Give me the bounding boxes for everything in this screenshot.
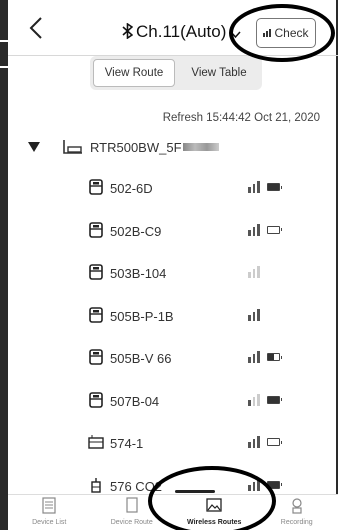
logger-icon — [89, 349, 103, 365]
signal-strength-icon — [248, 434, 260, 448]
signal-strength-icon — [248, 349, 260, 363]
bezel-mark — [0, 66, 8, 68]
battery-icon — [267, 183, 282, 191]
nav-label: Recording — [280, 519, 313, 526]
nav-label: Device List — [32, 519, 67, 526]
nav-device-list[interactable]: Device List — [8, 495, 91, 530]
channel-label: Ch.11(Auto) — [136, 22, 227, 41]
device-bezel — [0, 0, 8, 530]
collapse-triangle-icon[interactable] — [28, 142, 40, 152]
view-toggle: View Route View Table — [90, 56, 262, 90]
tab-view-route[interactable]: View Route — [93, 59, 175, 87]
tab-view-table[interactable]: View Table — [179, 59, 259, 87]
logger-icon — [89, 306, 103, 323]
recording-icon — [292, 498, 302, 514]
list-icon — [42, 497, 56, 514]
device-row[interactable]: 505B-V 66 — [8, 339, 338, 382]
logger-icon — [89, 264, 103, 280]
router-label: RTR500BW_5F — [90, 139, 182, 155]
signal-strength-icon — [248, 222, 260, 236]
battery-icon — [267, 395, 282, 404]
device-name: 503B-104 — [110, 266, 167, 281]
refresh-timestamp: Refresh 15:44:42 Oct 21, 2020 — [162, 112, 320, 124]
annotation-circle — [148, 466, 276, 530]
signal-strength-icon — [248, 179, 260, 193]
bluetooth-icon — [122, 22, 134, 40]
logger-icon — [89, 221, 103, 238]
signal-strength-icon — [248, 392, 260, 406]
device-name: 505B-V 66 — [110, 351, 172, 366]
bezel-mark — [0, 40, 8, 42]
device-row[interactable]: 507B-04 — [8, 382, 338, 425]
signal-strength-icon — [248, 264, 260, 278]
repeater-icon — [88, 435, 104, 449]
router-icon — [63, 140, 82, 154]
router-node[interactable]: RTR500BW_5F — [28, 139, 219, 155]
battery-icon — [267, 353, 282, 361]
route-icon — [126, 497, 138, 513]
annotation-circle — [229, 4, 335, 62]
logger-icon — [89, 391, 103, 408]
device-row[interactable]: 574-1 — [8, 424, 338, 467]
logger-icon — [89, 179, 103, 195]
chevron-left-icon[interactable] — [26, 14, 48, 42]
redacted-serial — [182, 143, 219, 151]
device-name: 505B-P-1B — [110, 308, 174, 324]
battery-icon — [267, 438, 282, 446]
device-name: 507B-04 — [110, 393, 160, 409]
battery-icon — [267, 225, 282, 234]
channel-selector[interactable]: Ch.11(Auto) — [122, 22, 244, 42]
device-row[interactable]: 502B-C9 — [8, 212, 338, 255]
app-screen: Ch.11(Auto) Check View Route View Table … — [8, 0, 338, 530]
device-name: 502B-C9 — [110, 223, 162, 239]
device-row[interactable]: 503B-104 — [8, 254, 338, 297]
device-list: 502-6D 502B-C9 503B-104 505B-P-1B 505B-V 66 5… — [8, 169, 338, 509]
co2-sensor-icon — [91, 477, 101, 493]
device-name: 574-1 — [110, 436, 144, 451]
device-row[interactable]: 502-6D — [8, 169, 338, 212]
nav-label: Device Route — [110, 519, 153, 526]
device-name: 502-6D — [110, 181, 153, 196]
signal-strength-icon — [248, 307, 260, 321]
device-row[interactable]: 505B-P-1B — [8, 297, 338, 340]
